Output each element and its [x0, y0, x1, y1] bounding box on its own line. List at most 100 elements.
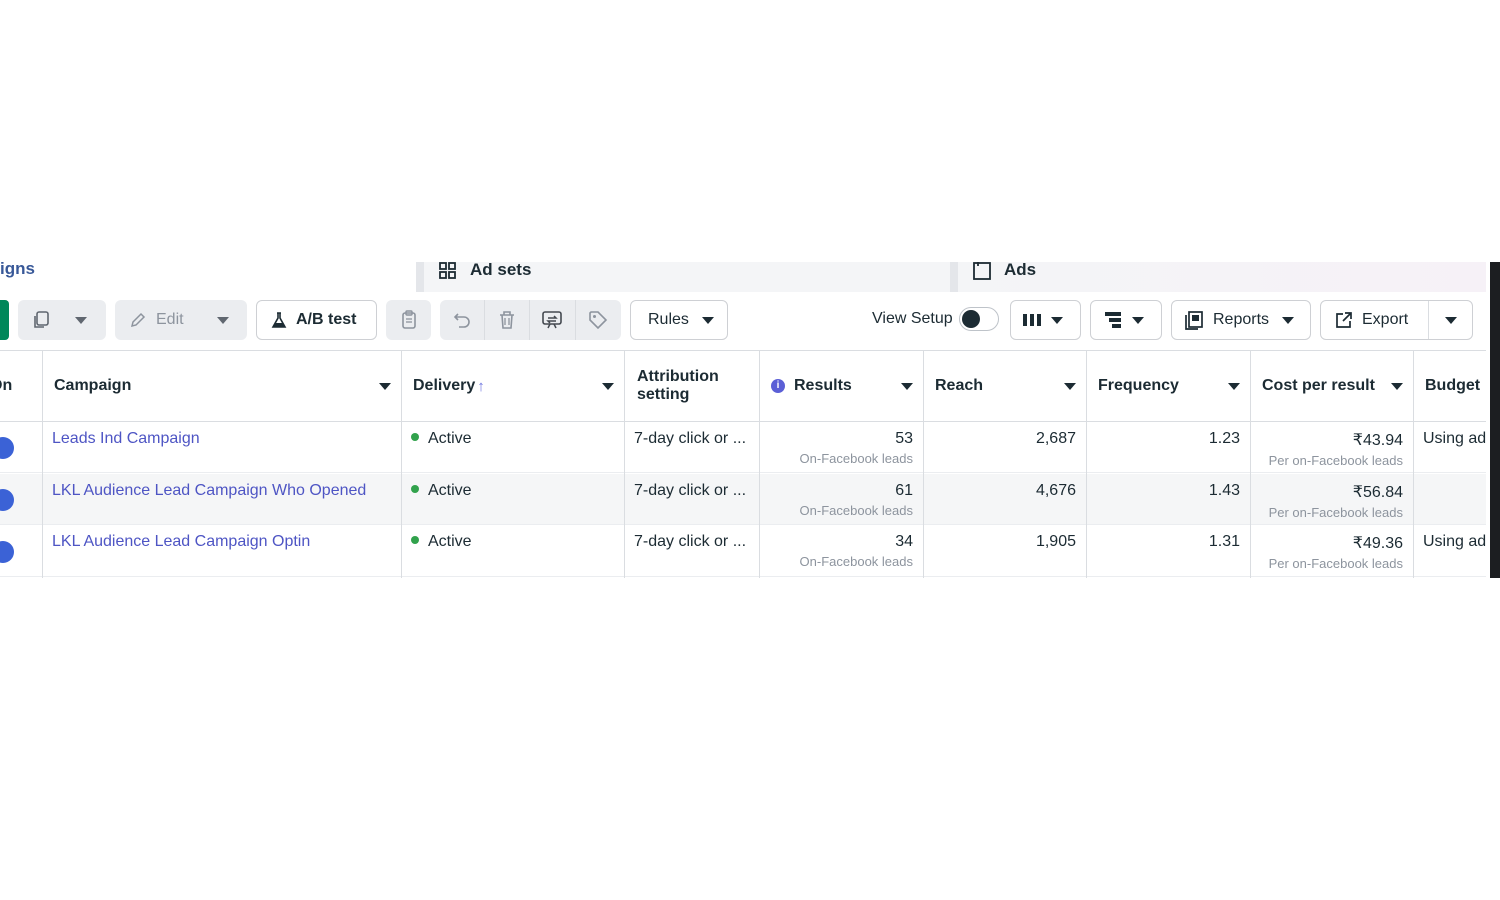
- reports-button[interactable]: Reports: [1171, 300, 1311, 340]
- header-delivery[interactable]: Delivery ↑: [402, 351, 624, 421]
- on-off-cell: [0, 422, 42, 472]
- delivery-cell: Active: [402, 526, 624, 576]
- results-cell: 34 On-Facebook leads: [760, 526, 923, 576]
- delivery-cell: Active: [402, 422, 624, 472]
- columns-icon: [1023, 314, 1041, 326]
- header-results[interactable]: i Results: [760, 351, 923, 421]
- campaign-name-link[interactable]: Leads Ind Campaign: [52, 430, 200, 447]
- status-dot: [411, 485, 419, 493]
- tab-ads-label: Ads: [1004, 262, 1037, 279]
- tab-ads[interactable]: Ads: [950, 262, 1486, 292]
- reach-cell: 2,687: [924, 422, 1086, 472]
- pencil-icon: [130, 312, 146, 328]
- cost-value: ₹43.94: [1352, 432, 1403, 449]
- header-results-label: Results: [794, 377, 852, 394]
- chevron-down-icon: [701, 316, 714, 324]
- on-off-cell: [0, 526, 42, 576]
- toggle-knob: [962, 310, 980, 328]
- attribution-value: 7-day click or ...: [634, 430, 747, 447]
- chevron-down-icon[interactable]: [602, 383, 614, 390]
- ad-icon: [973, 262, 991, 280]
- campaign-name-link[interactable]: LKL Audience Lead Campaign Optin: [52, 533, 310, 550]
- chevron-down-icon: [1282, 316, 1295, 324]
- reach-cell: 4,676: [924, 474, 1086, 524]
- header-on-off[interactable]: On: [0, 351, 42, 421]
- view-setup-toggle[interactable]: [959, 307, 999, 331]
- header-on-off-label: On: [0, 377, 13, 394]
- delivery-status: Active: [428, 482, 472, 499]
- frequency-cell: 1.31: [1087, 526, 1250, 576]
- toggle-switch[interactable]: [0, 437, 14, 459]
- ab-test-button[interactable]: A/B test: [256, 300, 377, 340]
- results-sub: On-Facebook leads: [799, 554, 913, 569]
- header-delivery-label: Delivery: [413, 377, 476, 394]
- edit-label: Edit: [156, 311, 184, 328]
- chevron-down-icon[interactable]: [216, 316, 229, 324]
- view-setup-label: View Setup: [872, 310, 953, 327]
- header-budget-label: Budget: [1425, 377, 1481, 394]
- frequency-cell: 1.43: [1087, 474, 1250, 524]
- create-button[interactable]: [0, 300, 9, 340]
- swap-button[interactable]: [530, 300, 574, 340]
- chevron-down-icon[interactable]: [901, 383, 913, 390]
- chevron-down-icon[interactable]: [379, 383, 391, 390]
- attribution-value: 7-day click or ...: [634, 533, 747, 550]
- tab-campaigns[interactable]: igns: [0, 262, 35, 292]
- toggle-switch[interactable]: [0, 541, 14, 563]
- column-divider: [624, 350, 625, 578]
- header-attribution[interactable]: Attribution setting: [625, 351, 759, 421]
- column-divider: [923, 350, 924, 578]
- header-reach[interactable]: Reach: [924, 351, 1086, 421]
- column-divider: [1086, 350, 1087, 578]
- level-tabs: igns Ad sets Ads: [0, 262, 1486, 292]
- chevron-down-icon[interactable]: [1064, 383, 1076, 390]
- tab-ad-sets[interactable]: Ad sets: [416, 262, 952, 292]
- delivery-status: Active: [428, 430, 472, 447]
- delete-button[interactable]: [485, 300, 529, 340]
- undo-button[interactable]: [440, 300, 484, 340]
- toggle-switch[interactable]: [0, 489, 14, 511]
- attribution-cell: 7-day click or ...: [625, 526, 759, 576]
- status-dot: [411, 536, 419, 544]
- column-divider: [759, 350, 760, 578]
- cost-sub: Per on-Facebook leads: [1268, 556, 1403, 571]
- header-frequency[interactable]: Frequency: [1087, 351, 1250, 421]
- columns-button[interactable]: [1010, 300, 1081, 340]
- cost-sub: Per on-Facebook leads: [1268, 505, 1403, 520]
- tag-button[interactable]: [576, 300, 620, 340]
- column-divider: [1413, 350, 1414, 578]
- chevron-down-icon: [1445, 316, 1457, 324]
- chevron-down-icon[interactable]: [1228, 383, 1240, 390]
- table-header: On Campaign Delivery ↑ Attribution setti…: [0, 350, 1486, 422]
- edit-button[interactable]: Edit: [115, 300, 247, 340]
- frequency-value: 1.31: [1208, 533, 1240, 550]
- header-campaign[interactable]: Campaign: [43, 351, 401, 421]
- breakdown-icon: [1105, 312, 1121, 328]
- chevron-down-icon[interactable]: [1391, 383, 1403, 390]
- header-frequency-label: Frequency: [1098, 377, 1179, 394]
- reach-value: 4,676: [1035, 482, 1076, 499]
- sort-ascending-icon: ↑: [477, 377, 485, 395]
- header-budget[interactable]: Budget: [1414, 351, 1486, 421]
- campaign-name-link[interactable]: LKL Audience Lead Campaign Who Opened: [52, 482, 366, 499]
- table-row: LKL Audience Lead Campaign Optin Active …: [0, 526, 1486, 577]
- swap-icon: [542, 311, 562, 329]
- cost-sub: Per on-Facebook leads: [1268, 453, 1403, 468]
- scrollbar[interactable]: [1490, 262, 1500, 578]
- duplicate-button[interactable]: [18, 300, 106, 340]
- on-off-cell: [0, 474, 42, 524]
- breakdown-button[interactable]: [1090, 300, 1162, 340]
- chevron-down-icon[interactable]: [75, 316, 87, 324]
- export-button[interactable]: Export: [1321, 301, 1428, 339]
- undo-icon: [453, 313, 470, 328]
- reach-value: 2,687: [1035, 430, 1076, 447]
- header-cost-per-result[interactable]: Cost per result: [1251, 351, 1413, 421]
- toolbar: Edit A/B test Rules View Setup Reports E…: [0, 300, 1486, 342]
- cost-value: ₹56.84: [1352, 484, 1403, 501]
- info-icon[interactable]: i: [771, 379, 785, 393]
- reports-label: Reports: [1213, 311, 1270, 328]
- export-dropdown[interactable]: [1429, 301, 1473, 339]
- tag-icon: [589, 311, 608, 330]
- clipboard-button[interactable]: [386, 300, 431, 340]
- rules-button[interactable]: Rules: [630, 300, 728, 340]
